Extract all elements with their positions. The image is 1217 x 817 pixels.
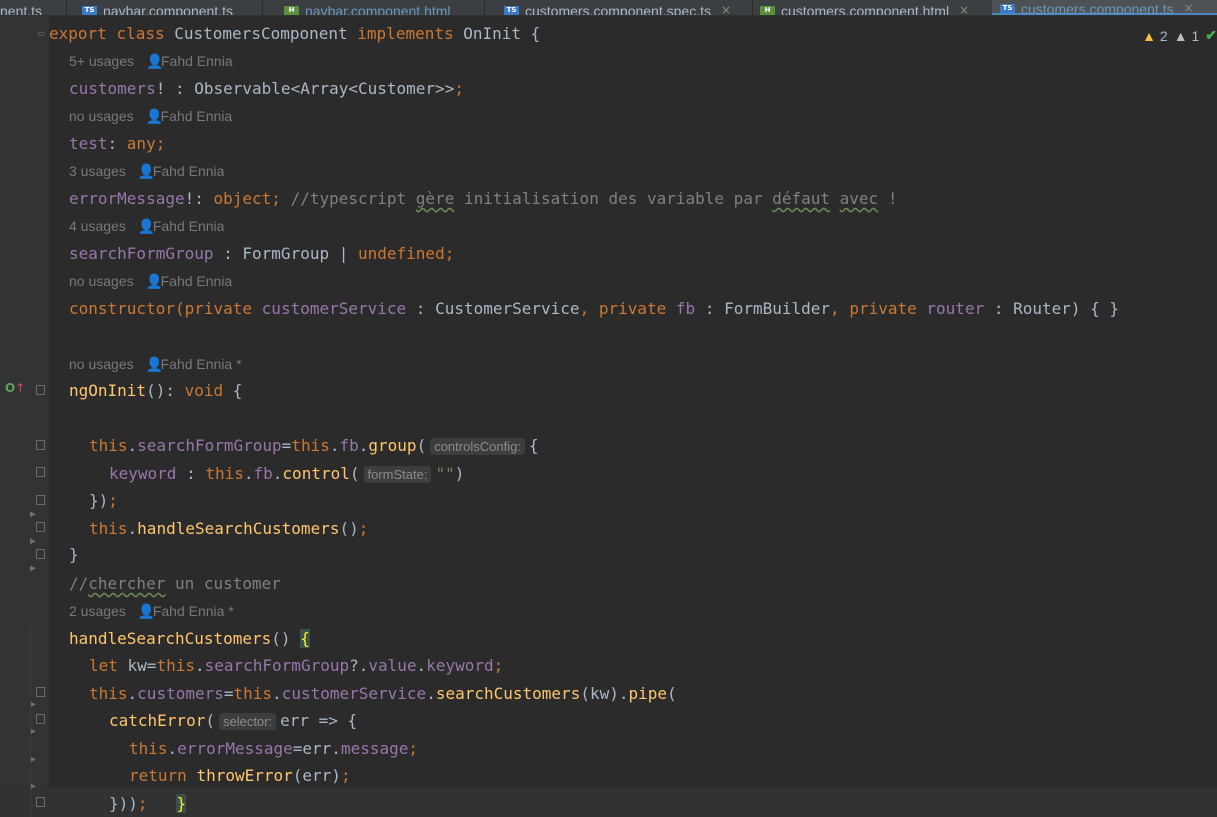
- code-line-5[interactable]: searchFormGroup : FormGroup | undefined;: [69, 244, 454, 264]
- change-marker: [30, 625, 31, 817]
- fold-icon[interactable]: [36, 385, 45, 395]
- person-icon: 👤: [145, 108, 164, 124]
- weak-warning-icon: ▲: [1173, 27, 1188, 44]
- code-line-9[interactable]: keyword : this.fb.control(formState: ""): [109, 464, 464, 484]
- html-file-icon: H: [284, 6, 299, 15]
- code-line-8[interactable]: this.searchFormGroup=this.fb.group(contr…: [89, 436, 539, 456]
- code-line-20[interactable]: })); }: [109, 794, 187, 814]
- close-icon[interactable]: ×: [721, 3, 731, 15]
- breakpoint-arrow-icon: ▶: [30, 563, 37, 574]
- code-line-2[interactable]: customers! : Observable<Array<Customer>>…: [69, 79, 464, 99]
- code-line-4[interactable]: errorMessage!: object; //typescript gère…: [69, 189, 897, 209]
- code-line-14[interactable]: handleSearchCustomers() {: [69, 629, 310, 649]
- usages-hint[interactable]: 4 usages 👤Fahd Ennia: [69, 217, 224, 235]
- person-icon: 👤: [145, 273, 164, 289]
- tab-separator: [66, 0, 67, 15]
- tab-navbar-component-html[interactable]: H navbar.component.html: [284, 0, 451, 15]
- tab-nent-ts[interactable]: nent.ts: [0, 0, 42, 15]
- tab-customers-component-ts[interactable]: TS customers.component.ts ×: [992, 0, 1217, 15]
- code-line-12[interactable]: }: [69, 545, 79, 565]
- editor-tab-bar: nent.ts TS navbar.component.ts H navbar.…: [0, 0, 1217, 16]
- tab-label: customers.component.ts: [1021, 1, 1174, 16]
- tab-separator: [484, 0, 485, 15]
- code-line-13[interactable]: //chercher un customer: [69, 574, 281, 594]
- tab-label: nent.ts: [0, 3, 43, 16]
- close-icon[interactable]: ×: [1184, 1, 1194, 15]
- code-line-11[interactable]: this.handleSearchCustomers();: [89, 519, 368, 539]
- html-file-icon: H: [760, 6, 775, 15]
- person-icon: 👤: [146, 53, 164, 69]
- usages-hint[interactable]: 5+ usages 👤Fahd Ennia: [69, 52, 233, 70]
- fold-icon[interactable]: [36, 549, 45, 559]
- tab-customers-component-html[interactable]: H customers.component.html ×: [760, 0, 969, 15]
- code-line-7[interactable]: ngOnInit(): void {: [69, 381, 242, 401]
- fold-icon[interactable]: [36, 687, 45, 697]
- ts-file-icon: TS: [504, 6, 519, 15]
- fold-icon[interactable]: [36, 714, 45, 724]
- breakpoint-arrow-icon: ▶: [30, 536, 37, 547]
- code-line-1[interactable]: export class CustomersComponent implemen…: [49, 24, 540, 44]
- tab-label: navbar.component.html: [305, 3, 451, 16]
- override-icon[interactable]: O↑: [5, 381, 25, 395]
- parameter-hint: formState:: [363, 466, 432, 483]
- usages-hint[interactable]: no usages 👤Fahd Ennia: [69, 107, 232, 125]
- weak-warning-count[interactable]: ▲ 1: [1174, 28, 1200, 44]
- parameter-hint: selector:: [218, 713, 277, 730]
- check-icon: ✔: [1205, 27, 1217, 43]
- warning-icon: ▲: [1142, 27, 1157, 44]
- code-line-19[interactable]: return throwError(err);: [129, 766, 351, 786]
- code-line-15[interactable]: let kw=this.searchFormGroup?.value.keywo…: [89, 656, 503, 676]
- person-icon: 👤: [137, 218, 156, 234]
- person-icon: 👤: [137, 163, 156, 179]
- tab-separator: [262, 0, 263, 15]
- fold-icon[interactable]: [36, 440, 45, 450]
- usages-hint[interactable]: 3 usages 👤Fahd Ennia: [69, 162, 224, 180]
- usages-hint[interactable]: 2 usages 👤Fahd Ennia *: [69, 602, 234, 620]
- code-line-10[interactable]: });: [89, 491, 118, 511]
- breakpoint-arrow-icon: ▶: [30, 509, 37, 520]
- tab-customers-component-spec-ts[interactable]: TS customers.component.spec.ts ×: [504, 0, 731, 15]
- code-line-17[interactable]: catchError(selector: err => {: [109, 711, 357, 731]
- code-line-6[interactable]: constructor(private customerService : Cu…: [69, 299, 1119, 319]
- usages-hint[interactable]: no usages 👤Fahd Ennia: [69, 272, 232, 290]
- fold-icon[interactable]: [36, 495, 45, 505]
- code-line-16[interactable]: this.customers=this.customerService.sear…: [89, 684, 677, 704]
- fold-icon[interactable]: [36, 797, 45, 807]
- tab-label: customers.component.spec.ts: [525, 3, 711, 16]
- code-line-18[interactable]: this.errorMessage=err.message;: [129, 739, 418, 759]
- parameter-hint: controlsConfig:: [430, 438, 525, 455]
- ts-file-icon: TS: [82, 6, 97, 15]
- inspection-widget[interactable]: ▲ 2 ▲ 1 ✔: [1142, 27, 1217, 44]
- ts-file-icon: TS: [1000, 4, 1015, 13]
- usages-hint[interactable]: no usages 👤Fahd Ennia *: [69, 355, 242, 373]
- fold-icon[interactable]: [36, 467, 45, 477]
- tab-label: customers.component.html: [781, 3, 950, 16]
- warning-count[interactable]: ▲ 2: [1142, 28, 1168, 44]
- person-icon: 👤: [137, 603, 156, 619]
- fold-icon[interactable]: ▭: [36, 28, 46, 40]
- tab-separator: [752, 0, 753, 15]
- person-icon: 👤: [145, 356, 164, 372]
- tab-label: navbar.component.ts: [103, 3, 233, 16]
- close-icon[interactable]: ×: [959, 3, 969, 15]
- tab-navbar-component-ts[interactable]: TS navbar.component.ts: [82, 0, 233, 15]
- code-line-3[interactable]: test: any;: [69, 134, 165, 154]
- fold-icon[interactable]: [36, 522, 45, 532]
